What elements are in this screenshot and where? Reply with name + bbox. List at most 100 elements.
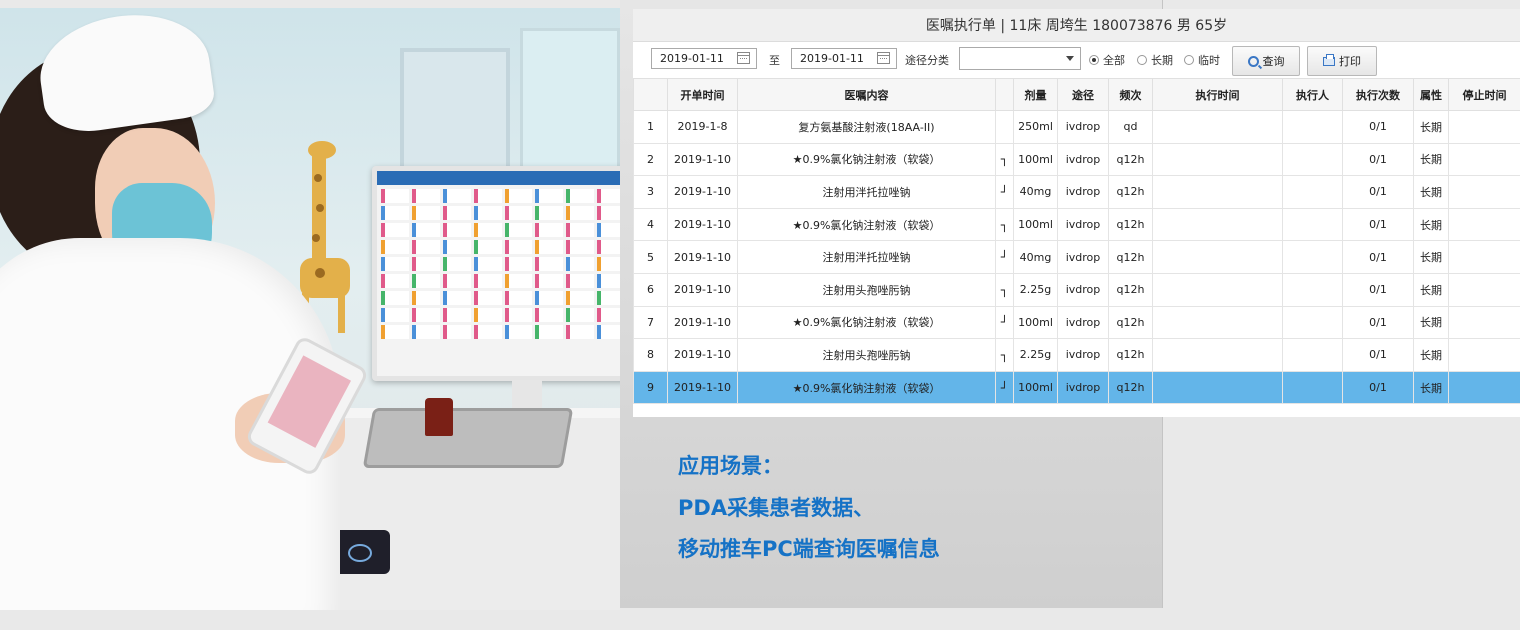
- cell-exec-count: 0/1: [1342, 142, 1414, 177]
- cell-executor: [1282, 370, 1343, 405]
- scenario-caption: 应用场景： PDA采集患者数据、 移动推车PC端查询医嘱信息: [678, 446, 940, 571]
- cell-index: 4: [633, 207, 668, 242]
- cell-dose: 100ml: [1013, 370, 1058, 405]
- cell-order-content: 注射用泮托拉唑钠: [737, 240, 996, 274]
- col-header-frequency[interactable]: 频次: [1108, 78, 1153, 111]
- cell-exec-count: 0/1: [1342, 175, 1414, 209]
- query-button-label: 查询: [1262, 55, 1285, 68]
- col-header-exec-count[interactable]: 执行次数: [1342, 78, 1414, 111]
- cell-index: 1: [633, 110, 668, 144]
- cell-exec-time: [1152, 175, 1283, 209]
- route-category-label: 途径分类: [905, 54, 949, 67]
- cell-group-mark: ┐: [995, 207, 1014, 242]
- cell-dose: 40mg: [1013, 175, 1058, 209]
- cell-route: ivdrop: [1057, 110, 1109, 144]
- col-header-route[interactable]: 途径: [1057, 78, 1109, 111]
- cell-executor: [1282, 110, 1343, 144]
- chevron-down-icon: [1066, 56, 1074, 61]
- col-header-attribute[interactable]: 属性: [1413, 78, 1449, 111]
- col-header-content[interactable]: 医嘱内容: [737, 78, 996, 111]
- cell-index: 6: [633, 272, 668, 307]
- table-row[interactable]: 5 2019-1-10 注射用泮托拉唑钠 ┘ 40mg ivdrop q12h 0/1 长期: [633, 240, 1520, 274]
- cell-frequency: q12h: [1108, 272, 1153, 307]
- table-header-row: 开单时间 医嘱内容 剂量 途径 频次 执行时间 执行人 执行次数 属性 停止时间: [633, 78, 1520, 111]
- caption-line-3: 移动推车PC端查询医嘱信息: [678, 537, 940, 561]
- medicine-bottle: [425, 398, 453, 436]
- cell-executor: [1282, 240, 1343, 274]
- cell-order-content: ★0.9%氯化钠注射液（软袋）: [737, 142, 996, 177]
- table-row[interactable]: 1 2019-1-8 复方氨基酸注射液(18AA-II) 250ml ivdrop qd 0…: [633, 110, 1520, 144]
- calendar-icon[interactable]: [877, 52, 890, 64]
- col-header-exec-time[interactable]: 执行时间: [1152, 78, 1283, 111]
- start-date-field[interactable]: 2019-01-11: [651, 48, 757, 69]
- cell-stop-time: [1448, 272, 1520, 307]
- radio-long-term-dot[interactable]: [1137, 55, 1147, 65]
- cell-order-content: 注射用头孢唑肟钠: [737, 272, 996, 307]
- col-header-executor[interactable]: 执行人: [1282, 78, 1343, 111]
- radio-temporary[interactable]: 临时: [1184, 52, 1220, 68]
- cell-index: 7: [633, 305, 668, 340]
- table-row[interactable]: 9 2019-1-10 ★0.9%氯化钠注射液（软袋） ┘ 100ml ivdrop q12…: [633, 370, 1520, 405]
- radio-all-dot[interactable]: [1089, 55, 1099, 65]
- col-header-stop-time[interactable]: 停止时间: [1448, 78, 1520, 111]
- cell-dose: 2.25g: [1013, 338, 1058, 372]
- calendar-icon[interactable]: [737, 52, 750, 64]
- col-header-group[interactable]: [995, 78, 1014, 111]
- print-button[interactable]: 打印: [1307, 46, 1377, 76]
- cell-route: ivdrop: [1057, 272, 1109, 307]
- cell-exec-time: [1152, 110, 1283, 144]
- query-button[interactable]: 查询: [1232, 46, 1300, 76]
- cell-frequency: q12h: [1108, 370, 1153, 405]
- cell-route: ivdrop: [1057, 207, 1109, 242]
- table-row[interactable]: 2 2019-1-10 ★0.9%氯化钠注射液（软袋） ┐ 100ml ivdrop q12…: [633, 142, 1520, 177]
- cell-exec-count: 0/1: [1342, 305, 1414, 340]
- window-title: 医嘱执行单 | 11床 周垮生 180073876 男 65岁: [633, 9, 1520, 42]
- radio-long-term-label: 长期: [1151, 54, 1173, 67]
- cell-index: 5: [633, 240, 668, 274]
- cell-order-time: 2019-1-10: [667, 175, 738, 209]
- table-row[interactable]: 4 2019-1-10 ★0.9%氯化钠注射液（软袋） ┐ 100ml ivdrop q12…: [633, 207, 1520, 242]
- col-header-order-time[interactable]: 开单时间: [667, 78, 738, 111]
- order-execution-window: 医嘱执行单 | 11床 周垮生 180073876 男 65岁 2019-01-…: [633, 9, 1520, 417]
- cell-exec-count: 0/1: [1342, 338, 1414, 372]
- cell-executor: [1282, 142, 1343, 177]
- cell-order-time: 2019-1-10: [667, 207, 738, 242]
- radio-all-label: 全部: [1103, 54, 1125, 67]
- cell-dose: 2.25g: [1013, 272, 1058, 307]
- cell-stop-time: [1448, 240, 1520, 274]
- cell-dose: 100ml: [1013, 142, 1058, 177]
- col-header-index[interactable]: [633, 78, 668, 111]
- print-button-label: 打印: [1339, 55, 1361, 68]
- table-row[interactable]: 8 2019-1-10 注射用头孢唑肟钠 ┐ 2.25g ivdrop q12h 0/1 长期: [633, 338, 1520, 372]
- radio-long-term[interactable]: 长期: [1137, 52, 1173, 68]
- table-row[interactable]: 6 2019-1-10 注射用头孢唑肟钠 ┐ 2.25g ivdrop q12h 0/1 长期: [633, 272, 1520, 307]
- cell-frequency: q12h: [1108, 240, 1153, 274]
- radio-temporary-dot[interactable]: [1184, 55, 1194, 65]
- cell-exec-time: [1152, 272, 1283, 307]
- cell-exec-count: 0/1: [1342, 240, 1414, 274]
- cell-attribute: 长期: [1413, 175, 1449, 209]
- table-row[interactable]: 7 2019-1-10 ★0.9%氯化钠注射液（软袋） ┘ 100ml ivdrop q12…: [633, 305, 1520, 340]
- cell-order-time: 2019-1-8: [667, 110, 738, 144]
- cell-order-content: 复方氨基酸注射液(18AA-II): [737, 110, 996, 144]
- cell-executor: [1282, 305, 1343, 340]
- col-header-dose[interactable]: 剂量: [1013, 78, 1058, 111]
- cell-group-mark: ┘: [995, 305, 1014, 340]
- start-date-value: 2019-01-11: [660, 52, 724, 65]
- table-row[interactable]: 3 2019-1-10 注射用泮托拉唑钠 ┘ 40mg ivdrop q12h 0/1 长期: [633, 175, 1520, 209]
- nurse-photo: [0, 8, 620, 610]
- cell-stop-time: [1448, 370, 1520, 405]
- caption-line-2: PDA采集患者数据、: [678, 495, 875, 520]
- cell-order-content: 注射用头孢唑肟钠: [737, 338, 996, 372]
- wall-window: [520, 28, 620, 178]
- cell-frequency: qd: [1108, 110, 1153, 144]
- route-category-select[interactable]: [959, 47, 1081, 70]
- radio-all[interactable]: 全部: [1089, 52, 1125, 68]
- cell-route: ivdrop: [1057, 370, 1109, 405]
- cell-attribute: 长期: [1413, 272, 1449, 307]
- cell-stop-time: [1448, 142, 1520, 177]
- cell-executor: [1282, 207, 1343, 242]
- cell-index: 2: [633, 142, 668, 177]
- end-date-field[interactable]: 2019-01-11: [791, 48, 897, 69]
- filter-toolbar: 2019-01-11 至 2019-01-11 途径分类 全部 长期 临时 查询: [633, 42, 1520, 77]
